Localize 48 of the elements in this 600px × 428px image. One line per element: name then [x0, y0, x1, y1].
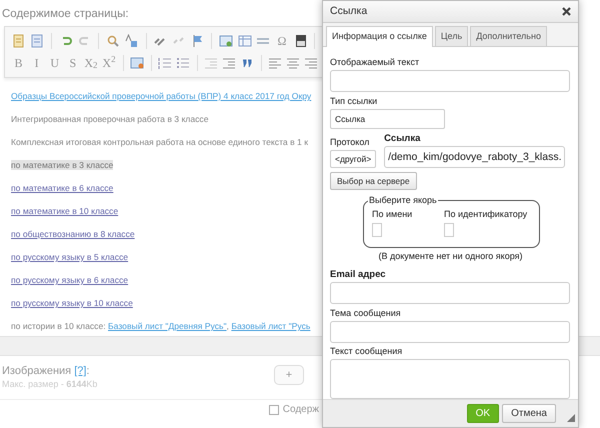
page-title: Содержимое страницы:: [1, 7, 130, 22]
toolbar-button[interactable]: X$_{2}$: [82, 54, 100, 72]
link[interactable]: Базовый лист "Русь: [231, 321, 310, 331]
toolbar-button[interactable]: Ω: [273, 32, 291, 50]
dialog-tab[interactable]: Информация о ссылке: [326, 26, 433, 47]
link[interactable]: Базовый лист "Древняя Русь": [108, 321, 227, 331]
toolbar-button[interactable]: S: [64, 54, 82, 72]
link[interactable]: по математике в 10 классе: [11, 206, 118, 216]
toolbar-button[interactable]: X$^{2}$: [100, 54, 118, 72]
paragraph-text: Интегрированная проверочная работа в 3 классе: [11, 114, 208, 124]
link[interactable]: по русскому языку в 5 классе: [11, 252, 128, 262]
cancel-button[interactable]: Отмена: [502, 404, 556, 423]
field-label: Тип ссылки: [330, 96, 378, 107]
ok-button[interactable]: OK: [466, 404, 500, 423]
add-button[interactable]: +: [274, 365, 304, 385]
checkbox-label: Содерж: [282, 404, 319, 415]
toolbar-button[interactable]: I: [28, 54, 46, 72]
help-link[interactable]: [?]: [74, 365, 86, 377]
protocol-select[interactable]: <другой>: [330, 150, 376, 168]
dialog-title: Ссылка: [330, 6, 368, 17]
url-input[interactable]: /demo_kim/godovye_raboty_3_klass.: [384, 146, 566, 168]
paragraph-text: по истории в 10 классе:: [11, 321, 107, 331]
field-label: По идентификатору: [444, 209, 528, 220]
field-label: Отображаемый текст: [330, 57, 420, 68]
paragraph-text: Комплексная итоговая контрольная работа на основе единого текста в 1 к: [11, 137, 308, 147]
toolbar-button[interactable]: U: [46, 54, 64, 72]
selected-text: по математике в 3 классе: [11, 160, 114, 170]
paragraph-text: ,: [226, 321, 230, 331]
link[interactable]: по русскому языку в 10 классе: [11, 298, 133, 308]
dialog-tab[interactable]: Цель: [434, 26, 468, 46]
link[interactable]: по русскому языку в 6 классе: [11, 275, 128, 285]
link[interactable]: по обществознанию в 8 классе: [11, 229, 135, 239]
field-label: Email адрес: [330, 269, 387, 280]
link-type-select[interactable]: Ссылка: [330, 109, 445, 129]
field-label: Протокол: [330, 137, 370, 148]
field-label: Текст сообщения: [330, 346, 404, 357]
link[interactable]: по математике в 6 классе: [11, 183, 114, 193]
fieldset-legend: Выберите якорь: [368, 195, 438, 206]
note-text: (В документе нет ни одного якоря): [378, 251, 524, 262]
browse-server-button[interactable]: Выбор на сервере: [330, 172, 417, 190]
field-label: Тема сообщения: [330, 308, 402, 319]
field-label: Ссылка: [384, 133, 422, 144]
field-label: По имени: [372, 209, 414, 220]
colon-text: :: [86, 365, 90, 377]
toolbar-button[interactable]: B: [10, 54, 28, 72]
images-label: Изображения: [2, 365, 72, 377]
dialog-tab[interactable]: Дополнительно: [470, 26, 547, 46]
link[interactable]: Образцы Всероссийской проверочной работы (ВПР) 4 класс 2017 год Окру: [11, 91, 312, 101]
